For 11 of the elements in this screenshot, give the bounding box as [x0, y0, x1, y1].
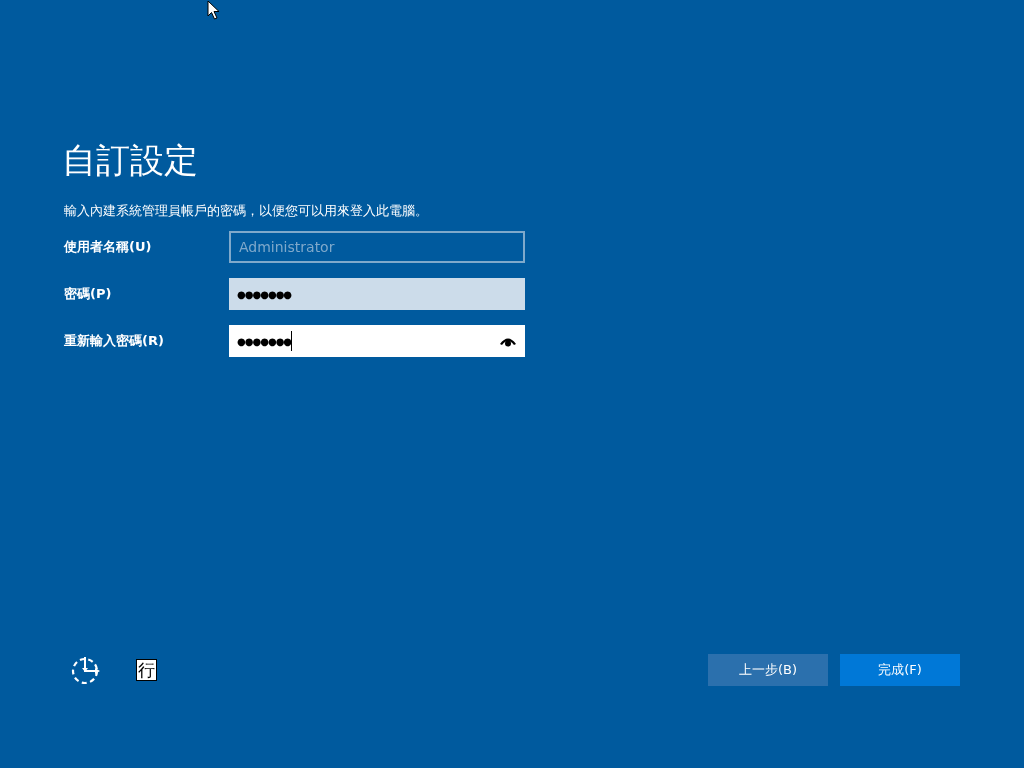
ime-indicator[interactable]: 行: [136, 659, 157, 681]
field-label: 使用者名稱(U): [64, 238, 153, 256]
input-field[interactable]: ●●●●●●●: [229, 278, 525, 310]
field-label: 重新輸入密碼(R): [64, 332, 165, 350]
mouse-pointer-icon: [207, 0, 221, 21]
wizard-button[interactable]: 完成(F): [840, 654, 960, 686]
page-title: 自訂設定: [62, 139, 199, 182]
description-text: 輸入內建系統管理員帳戶的密碼，以便您可以用來登入此電腦。: [64, 202, 429, 220]
input-field[interactable]: ●●●●●●●: [229, 325, 525, 357]
wizard-button[interactable]: 上一步(B): [708, 654, 828, 686]
field-label: 密碼(P): [64, 285, 113, 303]
